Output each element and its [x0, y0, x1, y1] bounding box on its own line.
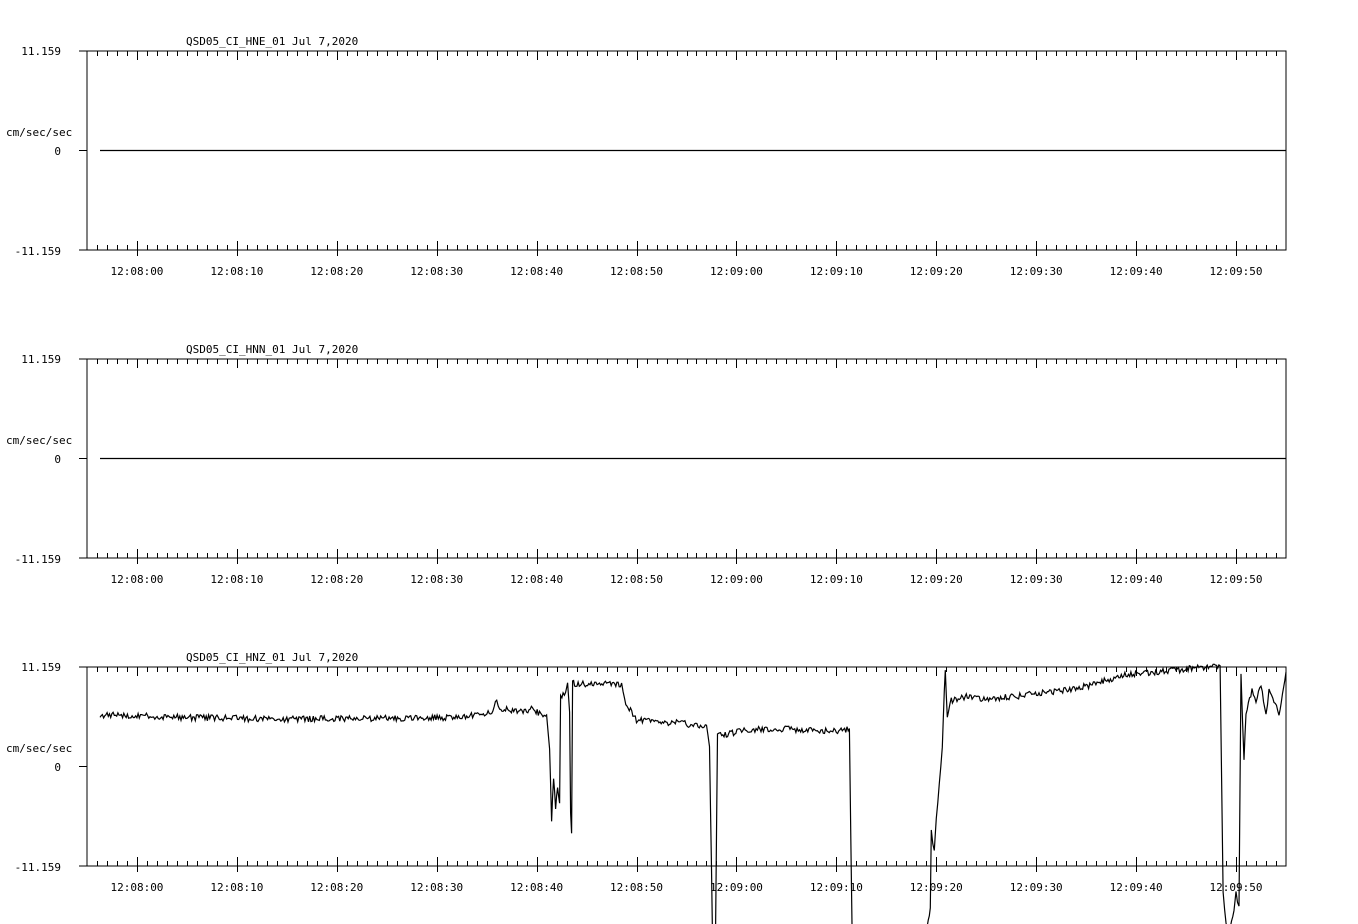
y-tick-label-zero: 0	[54, 761, 61, 774]
x-tick-label: 12:08:30	[410, 573, 463, 586]
x-tick-label: 12:08:10	[210, 573, 263, 586]
x-tick-label: 12:09:00	[710, 265, 763, 278]
x-tick-label: 12:09:40	[1110, 573, 1163, 586]
x-tick-label: 12:09:00	[710, 881, 763, 894]
x-tick-label: 12:09:50	[1210, 573, 1263, 586]
x-tick-label: 12:08:10	[210, 881, 263, 894]
x-tick-label: 12:08:30	[410, 881, 463, 894]
y-tick-label-zero: 0	[54, 145, 61, 158]
waveform-trace	[99, 663, 1287, 924]
y-axis-label: cm/sec/sec	[6, 434, 72, 447]
y-axis-label: cm/sec/sec	[6, 742, 72, 755]
chart-panel-hnz: QSD05_CI_HNZ_01 Jul 7,2020 cm/sec/sec 11…	[6, 651, 1287, 924]
x-tick-label: 12:09:40	[1110, 881, 1163, 894]
y-tick-label-top: 11.159	[21, 353, 61, 366]
y-tick-label-bottom: -11.159	[15, 861, 61, 874]
plot-frame	[86, 666, 1287, 867]
x-tick-label: 12:09:20	[910, 573, 963, 586]
x-tick-label: 12:08:20	[310, 573, 363, 586]
x-tick-label: 12:09:10	[810, 881, 863, 894]
y-tick-label-bottom: -11.159	[15, 553, 61, 566]
x-tick-label: 12:09:50	[1210, 265, 1263, 278]
chart-title: QSD05_CI_HNZ_01 Jul 7,2020	[186, 651, 358, 664]
x-tick-label: 12:08:20	[310, 265, 363, 278]
x-tick-label: 12:08:40	[510, 265, 563, 278]
x-tick-label: 12:09:00	[710, 573, 763, 586]
x-tick-label: 12:08:00	[110, 265, 163, 278]
x-tick-label: 12:09:30	[1010, 881, 1063, 894]
y-tick-label-top: 11.159	[21, 661, 61, 674]
x-tick-label: 12:09:30	[1010, 265, 1063, 278]
x-tick-label: 12:08:10	[210, 265, 263, 278]
x-tick-label: 12:08:50	[610, 265, 663, 278]
x-tick-label: 12:09:30	[1010, 573, 1063, 586]
chart-panel-hne: QSD05_CI_HNE_01 Jul 7,2020 cm/sec/sec 11…	[6, 35, 1287, 278]
chart-title: QSD05_CI_HNN_01 Jul 7,2020	[186, 343, 358, 356]
y-tick-label-bottom: -11.159	[15, 245, 61, 258]
x-tick-label: 12:08:50	[610, 881, 663, 894]
x-tick-label: 12:09:10	[810, 265, 863, 278]
x-tick-label: 12:09:20	[910, 881, 963, 894]
y-tick-label-top: 11.159	[21, 45, 61, 58]
chart-title: QSD05_CI_HNE_01 Jul 7,2020	[186, 35, 358, 48]
x-tick-label: 12:08:40	[510, 881, 563, 894]
y-axis-label: cm/sec/sec	[6, 126, 72, 139]
x-tick-label: 12:09:40	[1110, 265, 1163, 278]
y-tick-label-zero: 0	[54, 453, 61, 466]
x-tick-label: 12:08:20	[310, 881, 363, 894]
x-tick-label: 12:08:50	[610, 573, 663, 586]
x-tick-label: 12:08:30	[410, 265, 463, 278]
chart-panel-hnn: QSD05_CI_HNN_01 Jul 7,2020 cm/sec/sec 11…	[6, 343, 1287, 586]
x-tick-label: 12:08:00	[110, 573, 163, 586]
seismogram-charts: QSD05_CI_HNE_01 Jul 7,2020 cm/sec/sec 11…	[6, 35, 1287, 924]
x-tick-label: 12:08:40	[510, 573, 563, 586]
x-tick-label: 12:09:10	[810, 573, 863, 586]
x-tick-label: 12:09:20	[910, 265, 963, 278]
x-tick-label: 12:08:00	[110, 881, 163, 894]
